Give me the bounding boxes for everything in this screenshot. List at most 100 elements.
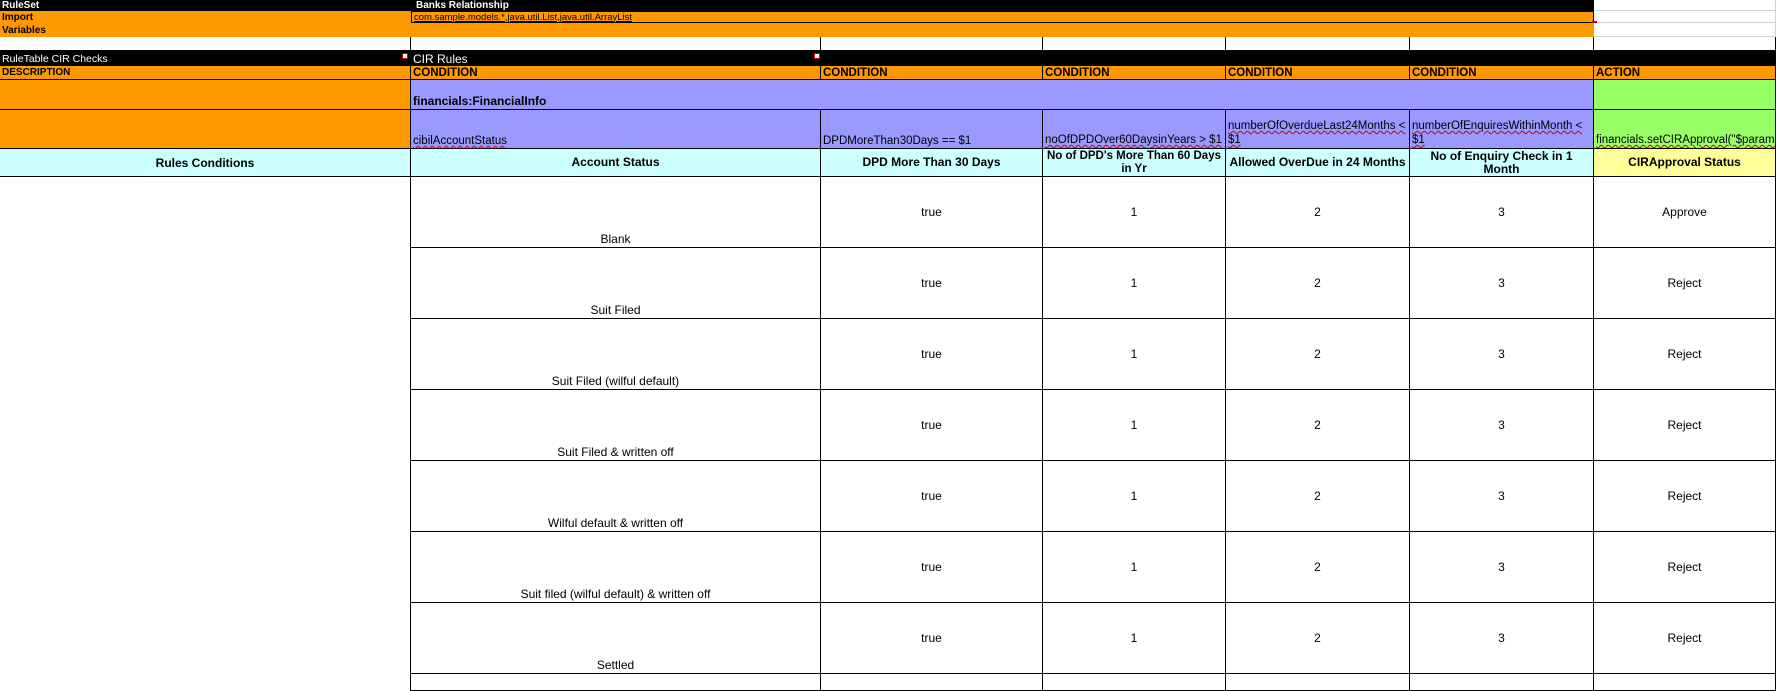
table-cell-dpd30[interactable]: true xyxy=(821,461,1043,532)
empty-row-cell[interactable] xyxy=(1043,37,1226,51)
ruleset-label-cell[interactable]: RuleSet xyxy=(0,0,411,11)
column-type-cell-5[interactable]: CONDITION xyxy=(1410,66,1594,80)
ruletable-name-cell[interactable]: RuleTable CIR Checks xyxy=(0,51,411,66)
table-cell-overdue24[interactable]: 2 xyxy=(1226,248,1410,319)
expression-cell-5[interactable]: numberOfEnquiresWithinMonth < $1 xyxy=(1410,110,1594,149)
empty-row-cell[interactable] xyxy=(1410,37,1594,51)
column-type-cell-1[interactable]: CONDITION xyxy=(411,66,821,80)
import-label-cell[interactable]: Import xyxy=(0,11,411,23)
column-type-cell-3[interactable]: CONDITION xyxy=(1043,66,1226,80)
table-cell-dpd60[interactable]: 1 xyxy=(1043,532,1226,603)
table-cell-overdue24[interactable]: 2 xyxy=(1226,319,1410,390)
rule-desc-cell[interactable] xyxy=(0,177,411,248)
table-cell-approval[interactable]: Reject xyxy=(1594,390,1776,461)
table-cell-dpd60[interactable]: 1 xyxy=(1043,319,1226,390)
table-cell-approval[interactable]: Reject xyxy=(1594,248,1776,319)
table-cell-enquiry[interactable]: 3 xyxy=(1410,390,1594,461)
table-cell-empty[interactable] xyxy=(1410,674,1594,691)
binding-desc-cell[interactable] xyxy=(0,80,411,110)
empty-row-cell[interactable] xyxy=(821,37,1043,51)
table-cell-enquiry[interactable]: 3 xyxy=(1410,248,1594,319)
ruleset-value-cell[interactable]: Banks Relationship xyxy=(411,0,1594,11)
table-cell-dpd30[interactable]: true xyxy=(821,532,1043,603)
column-label-cell-1[interactable]: Account Status xyxy=(411,149,821,177)
table-cell-approval[interactable]: Reject xyxy=(1594,532,1776,603)
variables-label-cell[interactable]: Variables xyxy=(0,23,1594,37)
column-type-cell-6[interactable]: ACTION xyxy=(1594,66,1776,80)
empty-row-cell[interactable] xyxy=(411,37,821,51)
description-label-cell[interactable]: DESCRIPTION xyxy=(0,66,411,80)
empty-row-cell[interactable] xyxy=(0,37,411,51)
table-cell-enquiry[interactable]: 3 xyxy=(1410,177,1594,248)
comment-marker-icon[interactable] xyxy=(402,53,408,59)
column-label-cell-5[interactable]: No of Enquiry Check in 1 Month xyxy=(1410,149,1594,177)
rules-conditions-label-cell[interactable]: Rules Conditions xyxy=(0,149,411,177)
table-cell-dpd30[interactable]: true xyxy=(821,177,1043,248)
table-cell-enquiry[interactable]: 3 xyxy=(1410,461,1594,532)
table-cell-dpd30[interactable]: true xyxy=(821,319,1043,390)
table-cell-enquiry[interactable]: 3 xyxy=(1410,532,1594,603)
action-binding-cell[interactable] xyxy=(1594,80,1776,110)
table-cell-empty[interactable] xyxy=(1043,674,1226,691)
table-cell-account_status[interactable]: Blank xyxy=(411,177,821,248)
table-cell-dpd60[interactable]: 1 xyxy=(1043,603,1226,674)
table-cell-empty[interactable] xyxy=(821,674,1043,691)
table-cell-empty[interactable] xyxy=(411,674,821,691)
column-type-cell-2[interactable]: CONDITION xyxy=(821,66,1043,80)
table-cell-dpd60[interactable]: 1 xyxy=(1043,177,1226,248)
column-type-cell-4-text: CONDITION xyxy=(1228,66,1293,79)
object-binding-cell[interactable]: financials:FinancialInfo xyxy=(411,80,1594,110)
table-cell-account_status[interactable]: Suit Filed xyxy=(411,248,821,319)
table-cell-approval[interactable]: Approve xyxy=(1594,177,1776,248)
variables-extra-cell[interactable] xyxy=(1594,23,1776,37)
table-cell-approval[interactable]: Reject xyxy=(1594,603,1776,674)
expression-cell-2[interactable]: DPDMoreThan30Days == $1 xyxy=(821,110,1043,149)
table-cell-empty[interactable] xyxy=(1594,674,1776,691)
table-cell-dpd60[interactable]: 1 xyxy=(1043,248,1226,319)
object-binding-cell-text: financials:FinancialInfo xyxy=(413,94,547,108)
expression-desc-cell[interactable] xyxy=(0,110,411,149)
table-cell-overdue24[interactable]: 2 xyxy=(1226,177,1410,248)
expression-cell-3[interactable]: noOfDPDOver60DaysinYears > $1 xyxy=(1043,110,1226,149)
table-cell-account_status[interactable]: Suit Filed & written off xyxy=(411,390,821,461)
rule-desc-cell[interactable] xyxy=(0,390,411,461)
column-label-cell-2[interactable]: DPD More Than 30 Days xyxy=(821,149,1043,177)
table-cell-dpd60[interactable]: 1 xyxy=(1043,390,1226,461)
table-cell-approval[interactable]: Reject xyxy=(1594,461,1776,532)
rule-desc-cell[interactable] xyxy=(0,319,411,390)
import-value-cell[interactable]: com.sample.models.*,java.util.List,java.… xyxy=(411,11,1594,23)
column-label-cell-6[interactable]: CIRApproval Status xyxy=(1594,149,1776,177)
table-cell-overdue24[interactable]: 2 xyxy=(1226,603,1410,674)
table-cell-account_status[interactable]: Suit Filed (wilful default) xyxy=(411,319,821,390)
table-cell-dpd30[interactable]: true xyxy=(821,603,1043,674)
table-cell-overdue24[interactable]: 2 xyxy=(1226,532,1410,603)
table-cell-dpd30[interactable]: true xyxy=(821,248,1043,319)
expression-cell-6[interactable]: financials.setCIRApproval("$param"); xyxy=(1594,110,1776,149)
table-cell-account_status[interactable]: Suit filed (wilful default) & written of… xyxy=(411,532,821,603)
table-cell-dpd60[interactable]: 1 xyxy=(1043,461,1226,532)
table-cell-empty[interactable] xyxy=(1226,674,1410,691)
table-cell-overdue24[interactable]: 2 xyxy=(1226,390,1410,461)
column-type-cell-4[interactable]: CONDITION xyxy=(1226,66,1410,80)
table-cell-account_status[interactable]: Wilful default & written off xyxy=(411,461,821,532)
ruletable-title-cell[interactable]: CIR Rules xyxy=(411,51,1776,66)
table-cell-enquiry[interactable]: 3 xyxy=(1410,319,1594,390)
column-label-cell-3[interactable]: No of DPD's More Than 60 Days in Yr xyxy=(1043,149,1226,177)
table-cell-enquiry[interactable]: 3 xyxy=(1410,603,1594,674)
rule-desc-cell[interactable] xyxy=(0,532,411,603)
rule-desc-cell[interactable] xyxy=(0,248,411,319)
table-cell-dpd30[interactable]: true xyxy=(821,390,1043,461)
import-extra-cell[interactable] xyxy=(1594,11,1776,23)
expression-cell-1[interactable]: cibilAccountStatus xyxy=(411,110,821,149)
rule-desc-cell[interactable] xyxy=(0,603,411,674)
empty-row-cell[interactable] xyxy=(1226,37,1410,51)
ruleset-extra-cell[interactable] xyxy=(1594,0,1776,11)
column-label-cell-4[interactable]: Allowed OverDue in 24 Months xyxy=(1226,149,1410,177)
table-cell-approval[interactable]: Reject xyxy=(1594,319,1776,390)
table-cell-overdue24[interactable]: 2 xyxy=(1226,461,1410,532)
expression-cell-4[interactable]: numberOfOverdueLast24Months < $1 xyxy=(1226,110,1410,149)
rule-desc-cell[interactable] xyxy=(0,461,411,532)
table-cell-account_status[interactable]: Settled xyxy=(411,603,821,674)
empty-row-cell[interactable] xyxy=(1594,37,1776,51)
comment-marker-icon[interactable] xyxy=(814,53,820,59)
